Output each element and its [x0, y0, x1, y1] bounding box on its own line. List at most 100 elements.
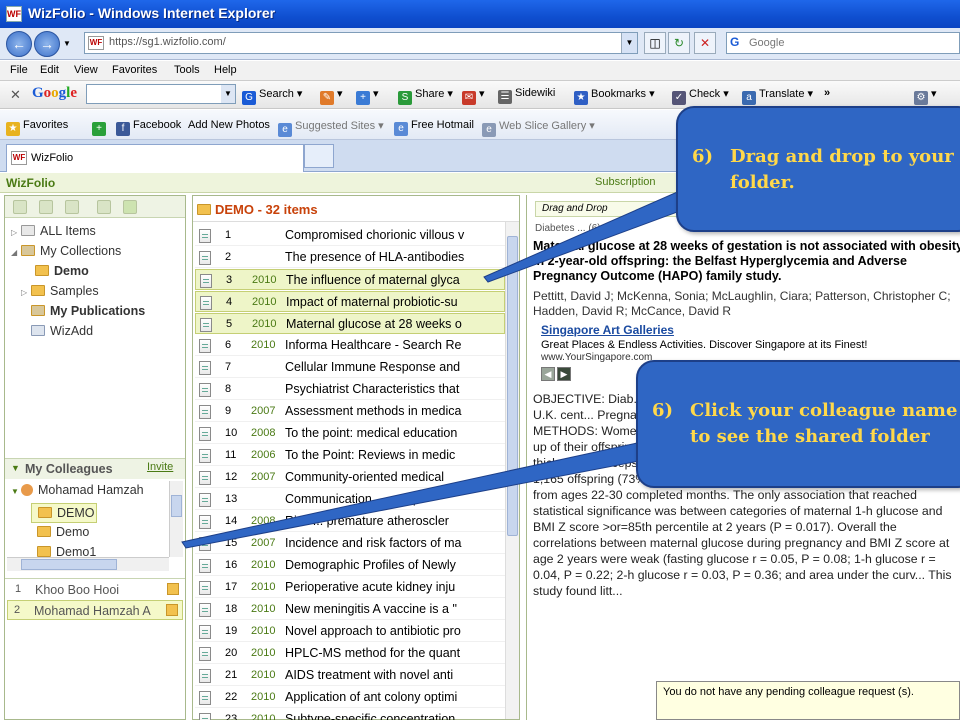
fav-facebook[interactable]: f Facebook: [116, 119, 181, 136]
shared-folder-icon[interactable]: [166, 604, 178, 616]
colleague-row-khoo[interactable]: 1 Khoo Boo Hooi: [7, 580, 183, 600]
items-scrollbar[interactable]: [505, 222, 519, 719]
table-row[interactable]: 10 2008 To the point: medical education: [195, 423, 505, 444]
colleague-row-mohamad[interactable]: 2 Mohamad Hamzah A: [7, 600, 183, 620]
shared-folder-icon[interactable]: [167, 583, 179, 595]
refresh-folders-icon[interactable]: [123, 200, 137, 214]
colleague-folder-demo-shared[interactable]: DEMO: [31, 503, 97, 523]
scroll-thumb[interactable]: [21, 559, 117, 570]
ad-prev-icon[interactable]: ◀: [541, 367, 555, 381]
colleague-horizontal-scrollbar[interactable]: [7, 557, 169, 571]
table-row[interactable]: 21 2010 AIDS treatment with novel anti: [195, 665, 505, 686]
table-row[interactable]: 22 2010 Application of ant colony optimi: [195, 687, 505, 708]
google-search-dropdown-icon[interactable]: ▼: [221, 85, 235, 103]
favorites-button[interactable]: ★ Favorites: [6, 119, 68, 136]
url-input[interactable]: WF https://sg1.wizfolio.com/ ▼: [84, 32, 638, 54]
delete-folder-icon[interactable]: [65, 200, 79, 214]
table-row[interactable]: 17 2010 Perioperative acute kidney inju: [195, 577, 505, 598]
tab-wizfolio[interactable]: WF WizFolio: [6, 144, 304, 172]
table-row[interactable]: 14 2008 Risk ... premature atheroscler: [195, 511, 505, 532]
history-dropdown-icon[interactable]: ▼: [63, 39, 71, 48]
tree-item-samples[interactable]: ▷ Samples: [21, 284, 99, 304]
toolbar-extras-button[interactable]: ✎ ▾: [320, 87, 343, 105]
toolbar-mail-button[interactable]: ✉ ▾: [462, 87, 485, 105]
toolbar-settings-button[interactable]: ⚙ ▾: [914, 87, 937, 105]
table-row[interactable]: 6 2010 Informa Healthcare - Search Re: [195, 335, 505, 356]
subscription-link[interactable]: Subscription: [595, 176, 656, 188]
table-row[interactable]: 15 2007 Incidence and risk factors of ma: [195, 533, 505, 554]
new-folder-icon[interactable]: [13, 200, 27, 214]
collapse-icon[interactable]: ▼: [11, 487, 21, 496]
menu-file[interactable]: File: [10, 64, 28, 76]
table-row[interactable]: 5 2010 Maternal glucose at 28 weeks o: [195, 313, 505, 334]
fav-web-slice-gallery[interactable]: e Web Slice Gallery ▾: [482, 119, 595, 137]
add-favorite-icon: +: [92, 122, 106, 136]
toolbar-sidewiki-button[interactable]: ☰ Sidewiki: [498, 87, 555, 104]
toolbar-add-button[interactable]: + ▾: [356, 87, 379, 105]
colleague-vertical-scrollbar[interactable]: [169, 481, 183, 557]
table-row[interactable]: 11 2006 To the Point: Reviews in medic: [195, 445, 505, 466]
collapse-icon[interactable]: ◢: [11, 248, 21, 257]
tree-item-demo[interactable]: Demo: [35, 264, 89, 284]
scroll-thumb[interactable]: [507, 236, 518, 536]
item-title: HPLC-MS method for the quant: [285, 646, 461, 660]
table-row[interactable]: 1 Compromised chorionic villous v: [195, 225, 505, 246]
colleague-tree-mohamad[interactable]: ▼ Mohamad Hamzah: [11, 483, 144, 503]
tree-item-my-collections[interactable]: ◢ My Collections: [11, 244, 121, 264]
compatibility-view-icon[interactable]: ◫: [644, 32, 666, 54]
fav-free-hotmail[interactable]: e Free Hotmail: [394, 119, 474, 136]
back-button[interactable]: ←: [6, 31, 32, 57]
toolbar-bookmarks-button[interactable]: ★ Bookmarks ▾: [574, 87, 655, 105]
stop-icon[interactable]: ✕: [694, 32, 716, 54]
fav-add-new-photos[interactable]: Add New Photos: [188, 119, 270, 131]
toolbar-translate-button[interactable]: a Translate ▾: [742, 87, 813, 105]
menu-view[interactable]: View: [74, 64, 98, 76]
ad-next-icon[interactable]: ▶: [557, 367, 571, 381]
close-toolbar-icon[interactable]: ✕: [10, 87, 21, 103]
new-tab-button[interactable]: [304, 144, 334, 168]
table-row[interactable]: 19 2010 Novel approach to antibiotic pro: [195, 621, 505, 642]
expand-icon[interactable]: ▷: [21, 288, 31, 297]
table-row[interactable]: 23 2010 Subtype-specific concentration: [195, 709, 505, 720]
table-row[interactable]: 20 2010 HPLC-MS method for the quant: [195, 643, 505, 664]
add-favorite-button[interactable]: +: [92, 119, 109, 136]
toolbar-more-button[interactable]: »: [824, 87, 830, 99]
refresh-icon[interactable]: ↻: [668, 32, 690, 54]
table-row[interactable]: 4 2010 Impact of maternal probiotic-su: [195, 291, 505, 312]
url-dropdown-icon[interactable]: ▼: [621, 33, 637, 53]
menu-help[interactable]: Help: [214, 64, 237, 76]
expand-icon[interactable]: ▷: [11, 228, 21, 237]
google-search-icon: G: [730, 35, 740, 49]
table-row[interactable]: 12 2007 Community-oriented medical: [195, 467, 505, 488]
tree-item-my-publications[interactable]: My Publications: [21, 304, 145, 324]
table-row[interactable]: 16 2010 Demographic Profiles of Newly: [195, 555, 505, 576]
table-row[interactable]: 13 Communication ... comp: [195, 489, 505, 510]
table-row[interactable]: 2 The presence of HLA-antibodies: [195, 247, 505, 268]
forward-button[interactable]: →: [34, 31, 60, 57]
toolbar-search-button[interactable]: G Search ▾: [242, 87, 302, 105]
menu-tools[interactable]: Tools: [174, 64, 200, 76]
table-row[interactable]: 8 Psychiatrist Characteristics that: [195, 379, 505, 400]
rename-folder-icon[interactable]: [39, 200, 53, 214]
scroll-thumb[interactable]: [171, 495, 182, 517]
invite-link[interactable]: Invite: [147, 461, 173, 473]
share-folder-icon[interactable]: [97, 200, 111, 214]
table-row[interactable]: 9 2007 Assessment methods in medica: [195, 401, 505, 422]
search-input[interactable]: G Google: [726, 32, 960, 54]
menu-favorites[interactable]: Favorites: [112, 64, 157, 76]
fav-suggested-sites[interactable]: e Suggested Sites ▾: [278, 119, 384, 137]
collapse-colleagues-icon[interactable]: ▼: [11, 463, 20, 473]
address-bar: ← → ▼ WF https://sg1.wizfolio.com/ ▼ ◫ ↻…: [0, 28, 960, 60]
menu-edit[interactable]: Edit: [40, 64, 59, 76]
colleague-folder-demo1[interactable]: Demo1: [37, 545, 96, 557]
tree-item-all-items[interactable]: ▷ ALL Items: [11, 224, 96, 244]
google-toolbar-search-input[interactable]: ▼: [86, 84, 236, 104]
tree-item-wizadd[interactable]: WizAdd: [21, 324, 93, 344]
table-row[interactable]: 3 2010 The influence of maternal glyca: [195, 269, 505, 290]
table-row[interactable]: 18 2010 New meningitis A vaccine is a ": [195, 599, 505, 620]
colleague-folder-demo[interactable]: Demo: [37, 525, 89, 545]
toolbar-check-button[interactable]: ✓ Check ▾: [672, 87, 729, 105]
toolbar-share-button[interactable]: S Share ▾: [398, 87, 453, 105]
ad-headline-link[interactable]: Singapore Art Galleries: [541, 323, 960, 337]
table-row[interactable]: 7 Cellular Immune Response and: [195, 357, 505, 378]
